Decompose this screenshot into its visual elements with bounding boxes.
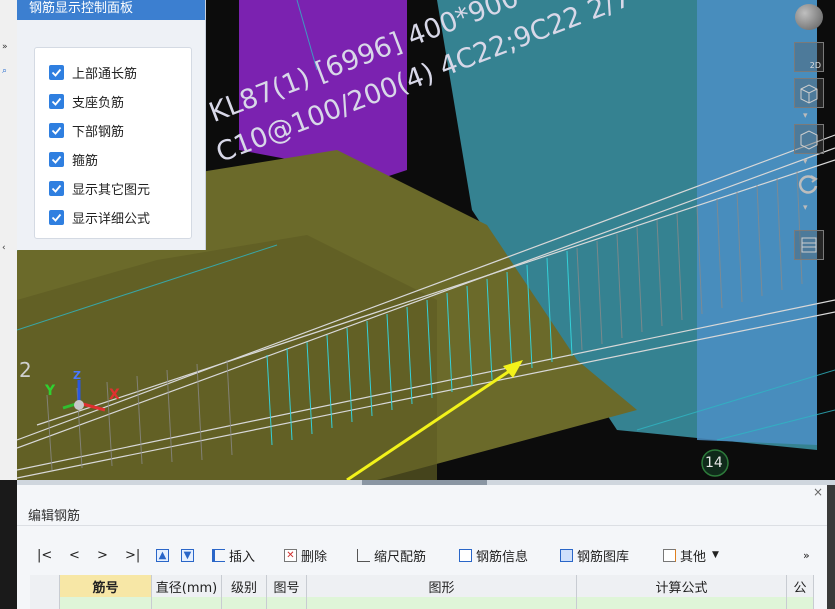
column-header[interactable]: 公 (787, 575, 814, 597)
option-label: 上部通长筋 (72, 66, 138, 82)
view-toolbar: 2D ▾ ▾ ▾ (789, 0, 835, 285)
delete-label: 删除 (301, 549, 328, 565)
scale-rebar-label: 缩尺配筋 (374, 549, 427, 565)
option-show-detailed-formula[interactable]: 显示详细公式 (49, 207, 150, 227)
option-label: 箍筋 (72, 153, 99, 169)
axis-marker-label: 14 (705, 455, 723, 471)
insert-button[interactable]: 插入 (212, 545, 255, 565)
scale-rebar-button[interactable]: 缩尺配筋 (357, 545, 426, 565)
box-dropdown-icon[interactable]: ▾ (803, 157, 808, 167)
panel-title: 钢筋显示控制面板 (17, 0, 205, 20)
rebar-table: 筋号 直径(mm) 级别 图号 图形 计算公式 公 (30, 575, 814, 609)
app-window: » ⌕ ‹ KL87(1) [6996] 400*900 C10@100/200… (0, 0, 835, 609)
delete-icon: ✕ (284, 548, 297, 562)
rebar-library-button[interactable]: 钢筋图库 (560, 545, 629, 565)
checkbox-checked-icon[interactable] (49, 122, 64, 138)
column-header[interactable]: 计算公式 (577, 575, 787, 597)
table-row-header[interactable] (30, 597, 60, 609)
other-menu-button[interactable]: 其他 ▼ (663, 545, 719, 565)
checkbox-checked-icon[interactable] (49, 64, 64, 80)
box-icon (800, 130, 818, 150)
delete-button[interactable]: ✕ 删除 (284, 545, 327, 565)
move-down-button[interactable]: ▼ (181, 545, 198, 565)
search-icon[interactable]: ⌕ (2, 66, 7, 76)
library-icon (560, 548, 573, 562)
rebar-info-label: 钢筋信息 (476, 549, 529, 565)
option-support-negative-rebar[interactable]: 支座负筋 (49, 91, 124, 111)
table-cell[interactable] (60, 597, 152, 609)
rebar-editor-panel: × 编辑钢筋 |< < > >| ▲ ▼ 插入 ✕ 删除 缩尺配筋 钢筋信息 钢… (17, 485, 827, 609)
option-label: 下部钢筋 (72, 124, 125, 140)
editor-toolbar: |< < > >| ▲ ▼ 插入 ✕ 删除 缩尺配筋 钢筋信息 钢筋图库 其他 … (17, 543, 827, 567)
view-2d-label: 2D (809, 61, 821, 70)
grid-number-label: 2 (19, 358, 32, 382)
document-icon (459, 548, 472, 562)
table-cell[interactable] (222, 597, 267, 609)
axis-x-label: X (109, 387, 120, 403)
panel-options-box: 上部通长筋 支座负筋 下部钢筋 箍筋 显示其它图元 显示详细公式 (34, 47, 192, 239)
other-icon (663, 548, 676, 562)
option-bottom-rebar[interactable]: 下部钢筋 (49, 120, 124, 140)
divider (17, 525, 827, 526)
view-box-button[interactable] (794, 124, 824, 154)
rotate-dropdown-icon[interactable]: ▾ (803, 203, 808, 213)
option-stirrup[interactable]: 箍筋 (49, 149, 98, 169)
rebar-library-label: 钢筋图库 (577, 549, 630, 565)
last-record-button[interactable]: >| (125, 545, 140, 565)
scale-icon (357, 548, 370, 562)
arrow-down-icon: ▼ (181, 548, 194, 562)
move-up-button[interactable]: ▲ (156, 545, 173, 565)
rotate-icon (798, 175, 818, 194)
column-header[interactable]: 直径(mm) (152, 575, 222, 597)
prev-record-button[interactable]: < (69, 545, 80, 565)
column-header[interactable]: 图号 (267, 575, 307, 597)
axis-z-label: Z (73, 369, 81, 382)
insert-label: 插入 (229, 549, 256, 565)
editor-title: 编辑钢筋 (28, 509, 81, 524)
insert-icon (212, 548, 225, 562)
checkbox-checked-icon[interactable] (49, 151, 64, 167)
next-record-button[interactable]: > (97, 545, 108, 565)
column-header[interactable]: 图形 (307, 575, 577, 597)
rotate-button[interactable] (794, 170, 824, 200)
option-show-other-elements[interactable]: 显示其它图元 (49, 178, 150, 198)
checkbox-checked-icon[interactable] (49, 209, 64, 225)
option-top-continuous-rebar[interactable]: 上部通长筋 (49, 62, 137, 82)
rebar-info-button[interactable]: 钢筋信息 (459, 545, 528, 565)
row-header-corner (30, 575, 60, 597)
list-icon (801, 237, 817, 253)
table-cell[interactable] (267, 597, 307, 609)
column-header[interactable]: 级别 (222, 575, 267, 597)
table-cell[interactable] (152, 597, 222, 609)
first-record-button[interactable]: |< (37, 545, 52, 565)
chevron-down-icon: ▼ (712, 550, 719, 560)
close-icon[interactable]: × (813, 485, 823, 499)
table-cell[interactable] (577, 597, 787, 609)
left-side-strip: » ⌕ ‹ (0, 0, 18, 480)
column-header[interactable]: 筋号 (60, 575, 152, 597)
axis-y-label: Y (45, 383, 56, 399)
toolbar-more-button[interactable]: » (803, 545, 810, 565)
collapse-icon[interactable]: » (2, 42, 8, 52)
view-2d-button[interactable]: 2D (794, 42, 824, 72)
option-label: 显示其它图元 (72, 182, 151, 198)
right-edge-strip (827, 485, 835, 609)
table-cell[interactable] (787, 597, 814, 609)
checkbox-checked-icon[interactable] (49, 93, 64, 109)
other-label: 其他 (680, 549, 707, 565)
orbit-sphere-icon[interactable] (795, 4, 823, 30)
cube-icon (800, 84, 818, 104)
list-view-button[interactable] (794, 230, 824, 260)
checkbox-checked-icon[interactable] (49, 180, 64, 196)
option-label: 支座负筋 (72, 95, 125, 111)
side-toggle-icon[interactable]: ‹ (2, 243, 6, 253)
view-3d-cube-button[interactable] (794, 78, 824, 108)
option-label: 显示详细公式 (72, 211, 151, 227)
table-cell[interactable] (307, 597, 577, 609)
arrow-up-icon: ▲ (156, 548, 169, 562)
rebar-display-panel: 钢筋显示控制面板 上部通长筋 支座负筋 下部钢筋 箍筋 显示其它图元 显示详细公… (17, 0, 206, 250)
view-dropdown-icon[interactable]: ▾ (803, 111, 808, 121)
